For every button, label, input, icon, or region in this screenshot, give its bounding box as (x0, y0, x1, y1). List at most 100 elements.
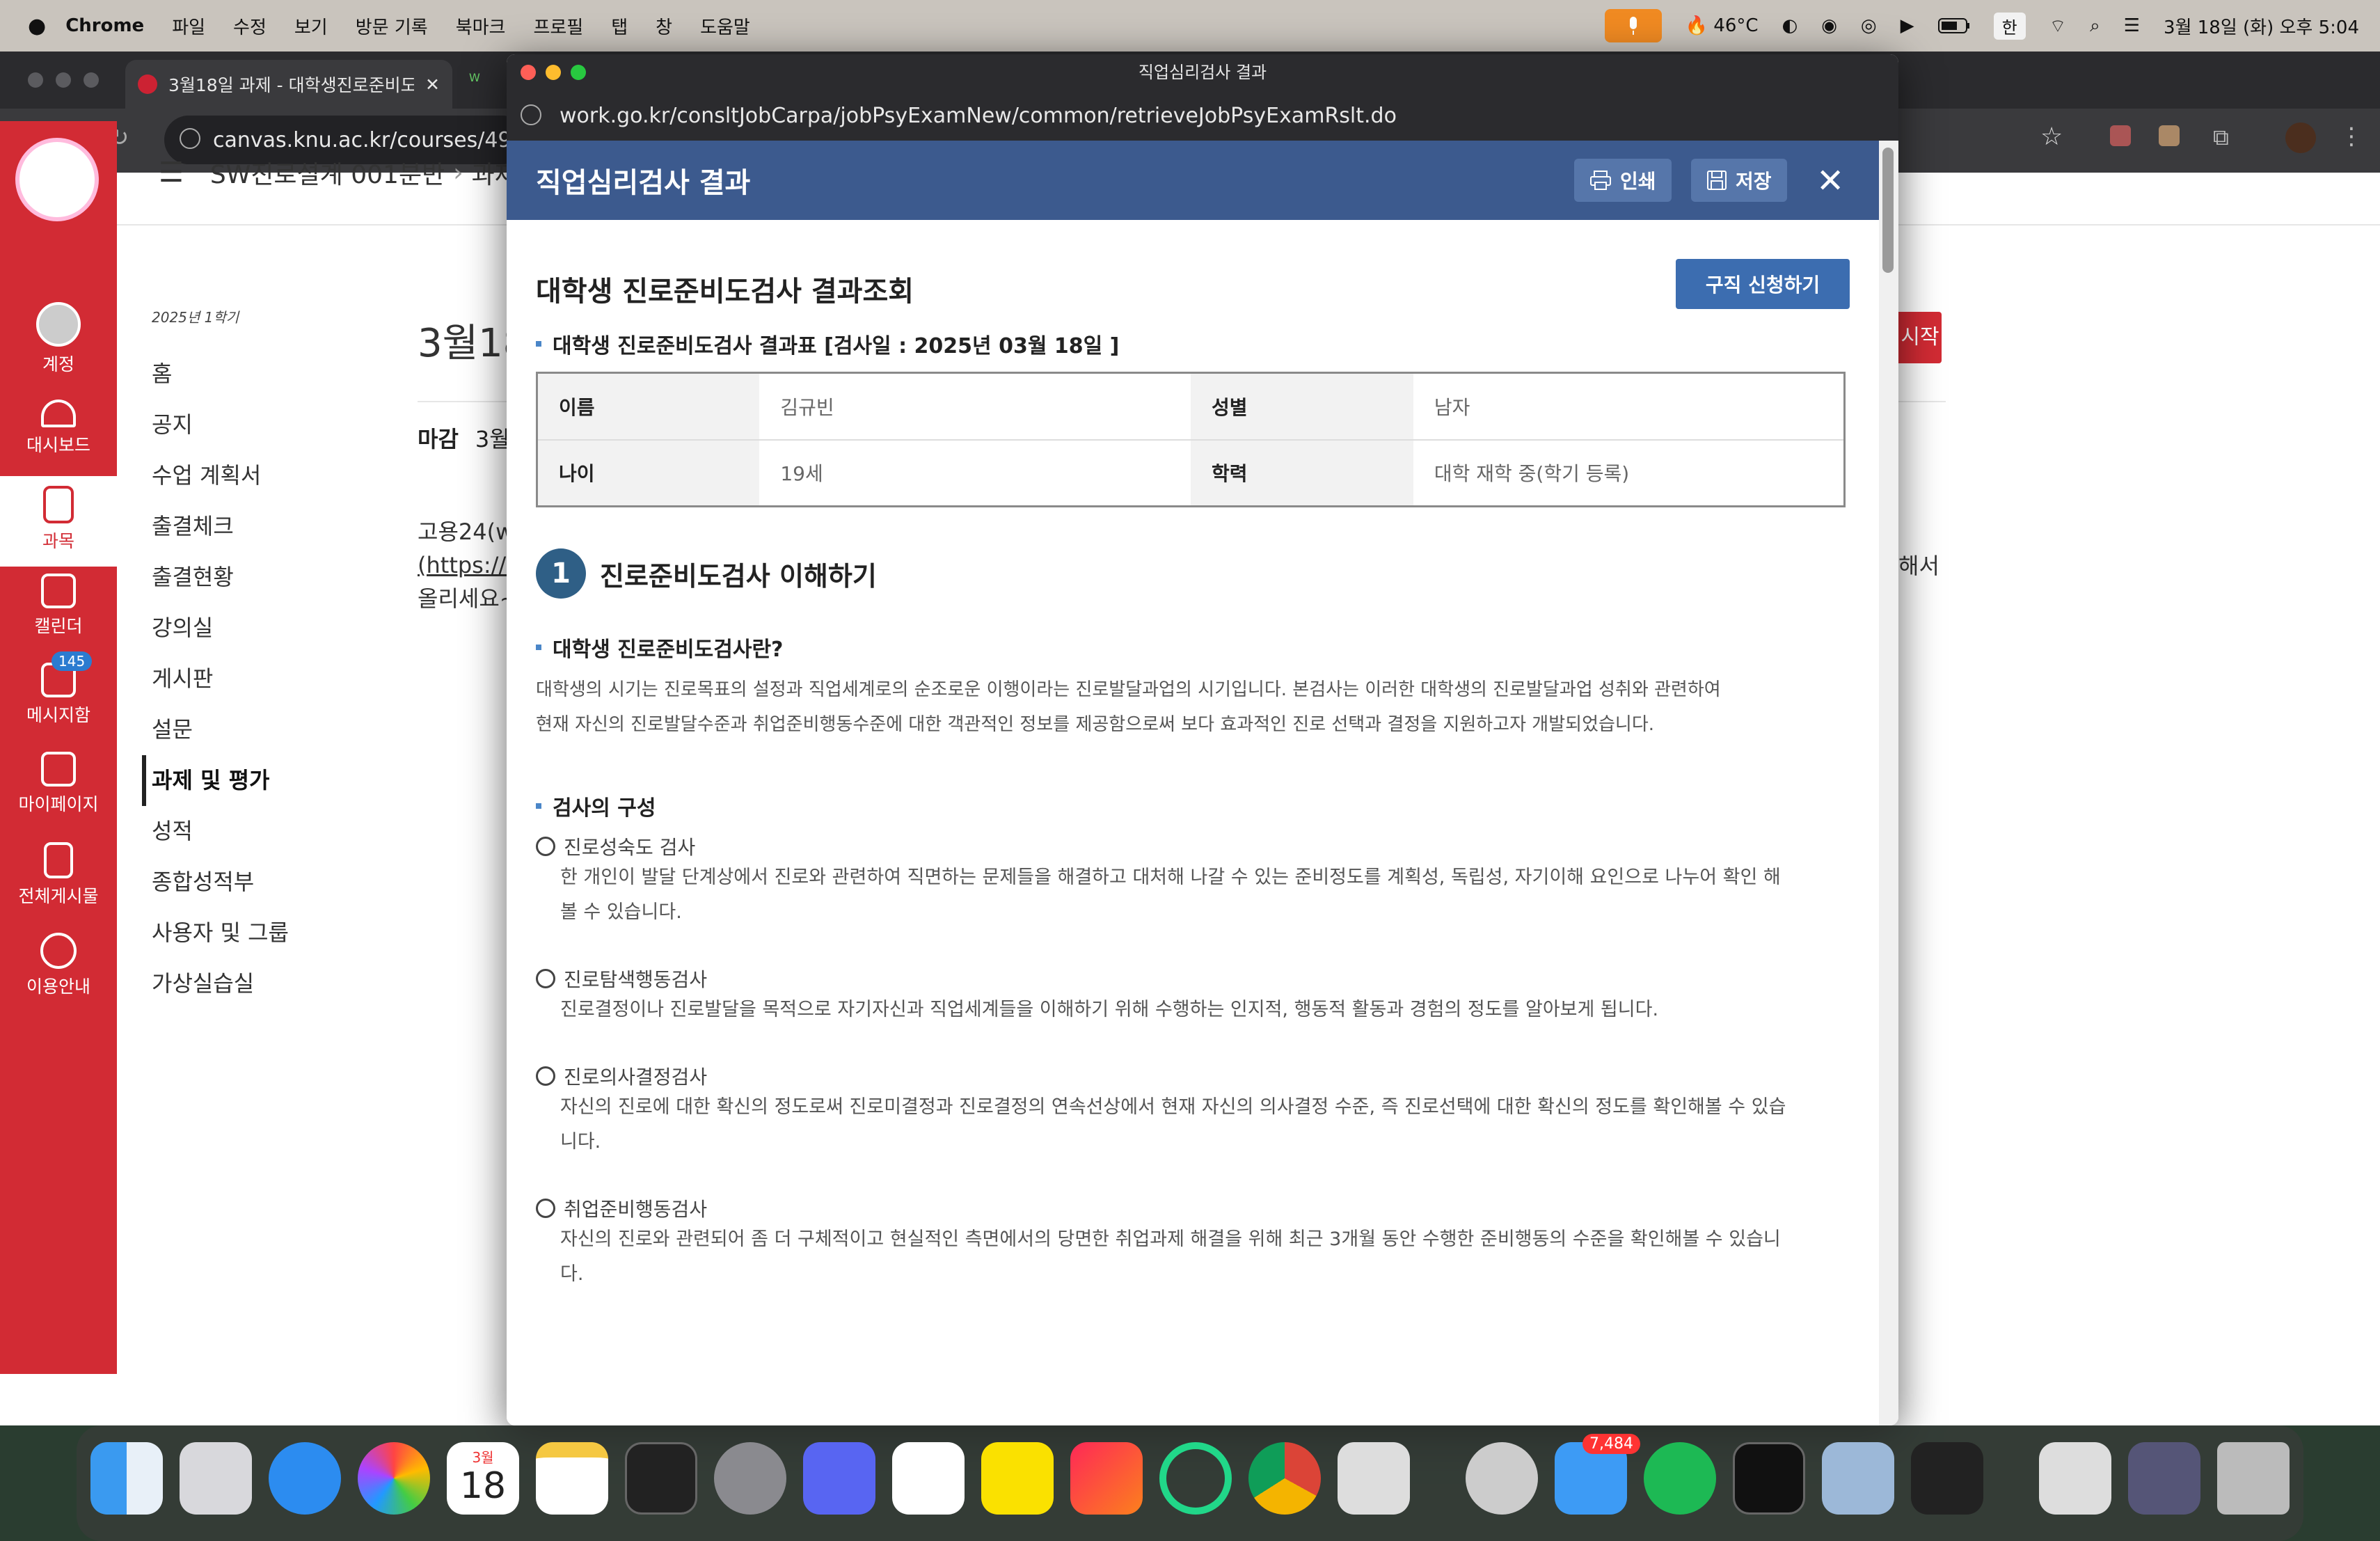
input-method-indicator[interactable]: 한 (1993, 12, 2026, 40)
nav-dashboard[interactable]: 대시보드 (0, 400, 117, 457)
spotify-icon[interactable] (1644, 1442, 1716, 1515)
course-nav-grades[interactable]: 성적 (152, 806, 360, 857)
course-nav-virtual-lab[interactable]: 가상실습실 (152, 958, 360, 1009)
voice-memos-icon[interactable] (1911, 1442, 1983, 1515)
hamburger-icon[interactable]: ☰ (159, 157, 184, 189)
body-line: 고용24(w (418, 519, 514, 545)
chrome-icon[interactable] (1248, 1442, 1321, 1515)
notes-icon[interactable] (536, 1442, 608, 1515)
menu-view[interactable]: 보기 (294, 13, 328, 39)
desc-line: 니다. (560, 1131, 601, 1153)
menu-bookmarks[interactable]: 북마크 (456, 13, 506, 39)
collapse-nav-icon[interactable]: ⇤ (38, 1373, 61, 1405)
print-button[interactable]: 인쇄 (1574, 159, 1672, 202)
popup-address-bar[interactable]: work.go.kr/consltJobCarpa/jobPsyExamNew/… (507, 90, 1898, 141)
app-menu[interactable]: Chrome (65, 15, 144, 36)
status-icon-1[interactable]: ◐ (1782, 15, 1798, 36)
mail-icon[interactable]: 7,484 (1555, 1434, 1640, 1515)
nav-help[interactable]: 이용안내 (0, 933, 117, 998)
course-nav-people[interactable]: 사용자 및 그룹 (152, 908, 360, 958)
menu-profiles[interactable]: 프로필 (533, 13, 583, 39)
play-icon[interactable]: ▶ (1901, 15, 1914, 36)
nav-account[interactable]: 계정 (0, 302, 117, 376)
course-nav-survey[interactable]: 설문 (152, 704, 360, 755)
scrollbar-thumb[interactable] (1882, 148, 1894, 273)
course-nav-home[interactable]: 홈 (152, 349, 360, 400)
pycharm-icon[interactable] (1159, 1442, 1232, 1515)
course-nav-syllabus[interactable]: 수업 계획서 (152, 450, 360, 501)
close-dot[interactable] (28, 72, 43, 88)
course-nav-gradebook[interactable]: 종합성적부 (152, 857, 360, 908)
tab-assignment[interactable]: 3월18일 과제 - 대학생진로준비도 ✕ (125, 60, 452, 109)
disk-utility-icon[interactable] (1466, 1442, 1538, 1515)
photos-icon[interactable] (358, 1442, 430, 1515)
temperature-status[interactable]: 🔥 46°C (1685, 15, 1759, 36)
zoom-dot[interactable] (84, 72, 99, 88)
close-icon[interactable]: ✕ (425, 74, 440, 95)
menu-file[interactable]: 파일 (172, 13, 205, 39)
screenshots-icon[interactable] (2128, 1442, 2200, 1515)
knu-logo[interactable] (15, 138, 99, 221)
intellij-icon[interactable] (1070, 1442, 1143, 1515)
close-dot[interactable] (521, 65, 536, 80)
system-settings-icon[interactable] (714, 1442, 786, 1515)
item-desc: 자신의 진로와 관련되어 좀 더 구체적이고 현실적인 측면에서의 당면한 취업… (560, 1222, 1781, 1292)
calendar-day: 18 (459, 1465, 507, 1507)
nav-courses[interactable]: 과목 (0, 476, 117, 567)
course-nav-attendance[interactable]: 출결현황 (152, 552, 360, 603)
course-nav-announcements[interactable]: 공지 (152, 400, 360, 450)
safari-icon[interactable] (269, 1442, 341, 1515)
activity-monitor-icon[interactable] (1733, 1442, 1805, 1515)
battery-icon[interactable] (1937, 17, 1970, 34)
discord-icon[interactable] (803, 1442, 875, 1515)
minimize-dot[interactable] (546, 65, 561, 80)
trash-icon[interactable] (2217, 1442, 2290, 1515)
finder-icon[interactable] (90, 1442, 163, 1515)
body-link[interactable]: (https://v (418, 548, 519, 582)
iphone-mirroring-icon[interactable] (1338, 1442, 1410, 1515)
menu-window[interactable]: 창 (656, 13, 672, 39)
knu-favicon (138, 74, 157, 94)
composition-item: 취업준비행동검사 자신의 진로와 관련되어 좀 더 구체적이고 현실적인 측면에… (536, 1194, 1781, 1292)
nav-posts[interactable]: 전체게시물 (0, 842, 117, 908)
clock[interactable]: 3월 18일 (화) 오후 5:04 (2164, 13, 2359, 39)
course-nav-lecture-room[interactable]: 강의실 (152, 603, 360, 654)
course-nav-attendance-check[interactable]: 출결체크 (152, 501, 360, 552)
menu-tab[interactable]: 탭 (611, 13, 628, 39)
microphone-icon[interactable] (1604, 9, 1662, 42)
composition-item: 진로성숙도 검사 한 개인이 발달 단계상에서 진로와 관련하여 직면하는 문제… (536, 832, 1781, 930)
minimize-dot[interactable] (56, 72, 71, 88)
menu-history[interactable]: 방문 기록 (356, 13, 428, 39)
vscode-icon[interactable] (892, 1442, 965, 1515)
nav-inbox[interactable]: 메시지함 145 (0, 651, 117, 727)
start-assignment-button[interactable]: 시작 (1898, 312, 1942, 363)
info-table: 이름 김규빈 성별 남자 나이 19세 학력 대학 재학 중(학기 등록) (536, 372, 1846, 507)
nav-calendar[interactable]: 캘린더 (0, 574, 117, 638)
search-icon[interactable]: ⌕ (2090, 15, 2100, 37)
apply-job-button[interactable]: 구직 신청하기 (1676, 259, 1850, 309)
apple-icon[interactable]: ● (28, 14, 46, 38)
tab2-favicon[interactable]: W (469, 71, 480, 84)
menu-edit[interactable]: 수정 (233, 13, 267, 39)
control-center-icon[interactable]: ☰ (2124, 15, 2140, 36)
wifi-icon[interactable]: ⌔ (2049, 15, 2066, 38)
record-icon[interactable]: ◎ (1861, 15, 1877, 36)
launchpad-icon[interactable] (180, 1442, 252, 1515)
course-nav-assignments[interactable]: 과제 및 평가 (142, 755, 360, 806)
menu-help[interactable]: 도움말 (700, 13, 750, 39)
preview-icon[interactable] (1822, 1442, 1894, 1515)
downloads-icon[interactable] (2039, 1442, 2111, 1515)
body-line: 올리세요~ (418, 585, 518, 612)
calendar-icon[interactable]: 3월 18 (447, 1442, 519, 1515)
zoom-dot[interactable] (571, 65, 586, 80)
site-info-icon[interactable] (521, 104, 541, 125)
terminal-icon[interactable] (625, 1442, 697, 1515)
kakaotalk-icon[interactable] (981, 1442, 1054, 1515)
status-icon-2[interactable]: ◉ (1821, 15, 1837, 36)
scrollbar-track[interactable] (1879, 141, 1898, 1425)
save-button[interactable]: 저장 (1691, 159, 1787, 202)
close-icon[interactable]: ✕ (1816, 161, 1844, 200)
course-nav-board[interactable]: 게시판 (152, 654, 360, 704)
breadcrumb-course[interactable]: SW진로설계 001분반 (210, 155, 445, 191)
nav-mypage[interactable]: 마이페이지 (0, 752, 117, 816)
